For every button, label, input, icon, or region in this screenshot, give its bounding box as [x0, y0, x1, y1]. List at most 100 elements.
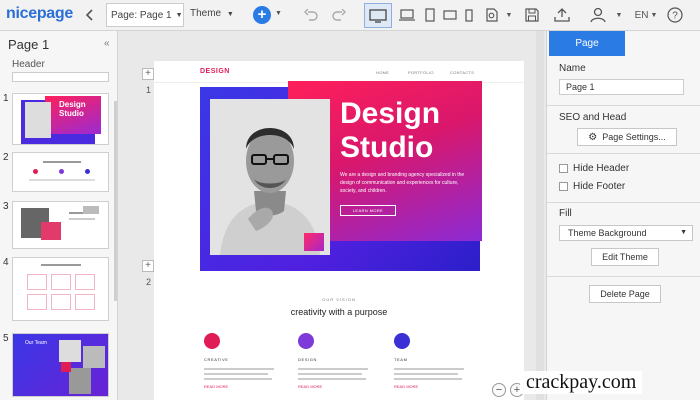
undo-icon[interactable] [302, 4, 320, 26]
header-thumbnail[interactable] [12, 72, 109, 82]
collapse-panel-icon[interactable]: « [104, 38, 110, 49]
section-row-number: 2 [146, 277, 152, 287]
feature-name: CREATIVE [204, 357, 229, 362]
laptop-view-icon[interactable] [396, 4, 418, 26]
site-header[interactable]: DESIGN HOME PORTFOLIO CONTACTS [154, 61, 524, 83]
site-nav-home[interactable]: HOME [376, 70, 389, 75]
chevron-down-icon[interactable]: ▼ [275, 10, 282, 17]
section-thumbnail-4[interactable] [12, 257, 109, 321]
site-nav-portfolio[interactable]: PORTFOLIO [408, 70, 434, 75]
hero-description[interactable]: We are a design and branding agency spec… [340, 171, 476, 195]
svg-text:?: ? [672, 11, 678, 22]
top-toolbar: nicepage Page: Page 1 ▼ Theme ▼ + ▼ ▼ ▼ … [0, 0, 700, 31]
divider [547, 105, 700, 106]
feature-link[interactable]: READ MORE [394, 384, 470, 389]
page-preview[interactable]: DESIGN HOME PORTFOLIO CONTACTS Design St… [154, 61, 524, 400]
fill-select-value: Theme Background [568, 228, 647, 238]
theme-menu[interactable]: Theme ▼ [190, 8, 234, 19]
chevron-down-icon[interactable]: ▼ [614, 4, 624, 26]
tablet-view-icon[interactable] [421, 4, 439, 26]
thumb-card [27, 274, 47, 290]
section-thumbnail-5[interactable]: Our Team [12, 333, 109, 397]
thumb-line [29, 179, 95, 181]
name-label: Name [559, 63, 586, 74]
add-element-button[interactable]: + [253, 6, 271, 24]
help-icon[interactable]: ? [665, 4, 685, 26]
thumb-card [75, 294, 95, 310]
hide-header-label: Hide Header [573, 163, 630, 174]
save-icon[interactable] [522, 4, 542, 26]
thumb-photo [69, 368, 91, 394]
language-label: EN [634, 9, 649, 21]
fill-select[interactable]: Theme Background ▼ [559, 225, 693, 241]
edit-theme-button[interactable]: Edit Theme [591, 248, 659, 266]
hide-footer-checkbox[interactable] [559, 182, 568, 191]
section2-subtitle[interactable]: OUR VISION [154, 297, 524, 302]
thumb-line [41, 264, 81, 266]
accent-square[interactable] [304, 233, 324, 251]
export-icon[interactable] [551, 4, 573, 26]
feature-icon [394, 333, 410, 349]
thumb-block [61, 362, 71, 372]
site-nav-contacts[interactable]: CONTACTS [450, 70, 474, 75]
hide-header-checkbox[interactable] [559, 164, 568, 173]
header-thumb-label: Header [12, 59, 45, 70]
learn-more-button[interactable]: LEARN MORE [340, 205, 396, 216]
feature-text [298, 368, 374, 380]
add-section-icon[interactable]: + [142, 260, 154, 272]
delete-page-button[interactable]: Delete Page [589, 285, 661, 303]
back-icon[interactable] [82, 4, 96, 26]
thumb-card [75, 274, 95, 290]
feature-icon [204, 333, 220, 349]
thumb-block [83, 206, 99, 214]
section-thumbnail-1[interactable]: Design Studio [12, 93, 109, 145]
thumb-number: 4 [3, 257, 9, 268]
feature-icon [298, 333, 314, 349]
thumb-line [43, 161, 81, 163]
thumb-block [41, 222, 61, 240]
zoom-out-icon[interactable]: − [492, 383, 506, 397]
feature-link[interactable]: READ MORE [204, 384, 280, 389]
feature-card[interactable]: CREATIVE READ MORE [200, 333, 280, 389]
site-logo[interactable]: DESIGN [200, 68, 230, 75]
app-logo: nicepage [6, 5, 73, 22]
language-selector[interactable]: EN ▼ [633, 4, 659, 26]
page-name-input[interactable]: Page 1 [559, 79, 684, 95]
thumb-number: 1 [3, 93, 9, 104]
pages-panel: Page 1 « Header 1 Design Studio 2 3 4 5 [0, 31, 118, 400]
redo-icon[interactable] [330, 4, 348, 26]
add-section-icon[interactable]: + [142, 68, 154, 80]
feature-link[interactable]: READ MORE [298, 384, 374, 389]
pages-scrollbar[interactable] [114, 101, 117, 301]
section-thumbnail-3[interactable] [12, 201, 109, 249]
section2-title[interactable]: creativity with a purpose [154, 307, 524, 317]
properties-panel: Page Name Page 1 SEO and Head ⚙ Page Set… [546, 31, 700, 400]
watermark-text: crackpay.com [520, 371, 643, 394]
desktop-view-icon[interactable] [364, 3, 392, 28]
section-thumbnail-2[interactable] [12, 152, 109, 192]
feature-name: DESIGN [298, 357, 317, 362]
feature-card[interactable]: TEAM READ MORE [390, 333, 470, 389]
user-icon[interactable] [588, 4, 608, 26]
chevron-down-icon: ▼ [650, 11, 658, 19]
chevron-down-icon: ▼ [175, 11, 183, 19]
page-settings-button[interactable]: ⚙ Page Settings... [577, 128, 677, 146]
hero-title[interactable]: Design Studio [340, 97, 480, 165]
hide-footer-label: Hide Footer [573, 181, 626, 192]
canvas-scrollbar[interactable] [536, 31, 544, 400]
thumb-card [51, 294, 71, 310]
chevron-down-icon[interactable]: ▼ [504, 4, 514, 26]
preview-icon[interactable] [483, 4, 501, 26]
thumb-dot [59, 169, 64, 174]
feature-card[interactable]: DESIGN READ MORE [294, 333, 374, 389]
hero-portrait-image[interactable] [210, 99, 330, 255]
chevron-down-icon: ▼ [680, 229, 687, 236]
thumb-dot [33, 169, 38, 174]
thumb-photo [59, 340, 81, 362]
phone-view-icon[interactable] [461, 4, 477, 26]
tab-page[interactable]: Page [549, 31, 625, 56]
editor-canvas: + 1 + 2 DESIGN HOME PORTFOLIO CONTACTS D… [118, 31, 546, 400]
page-selector[interactable]: Page: Page 1 ▼ [106, 3, 184, 27]
tablet-landscape-view-icon[interactable] [440, 4, 460, 26]
fill-label: Fill [559, 208, 572, 219]
